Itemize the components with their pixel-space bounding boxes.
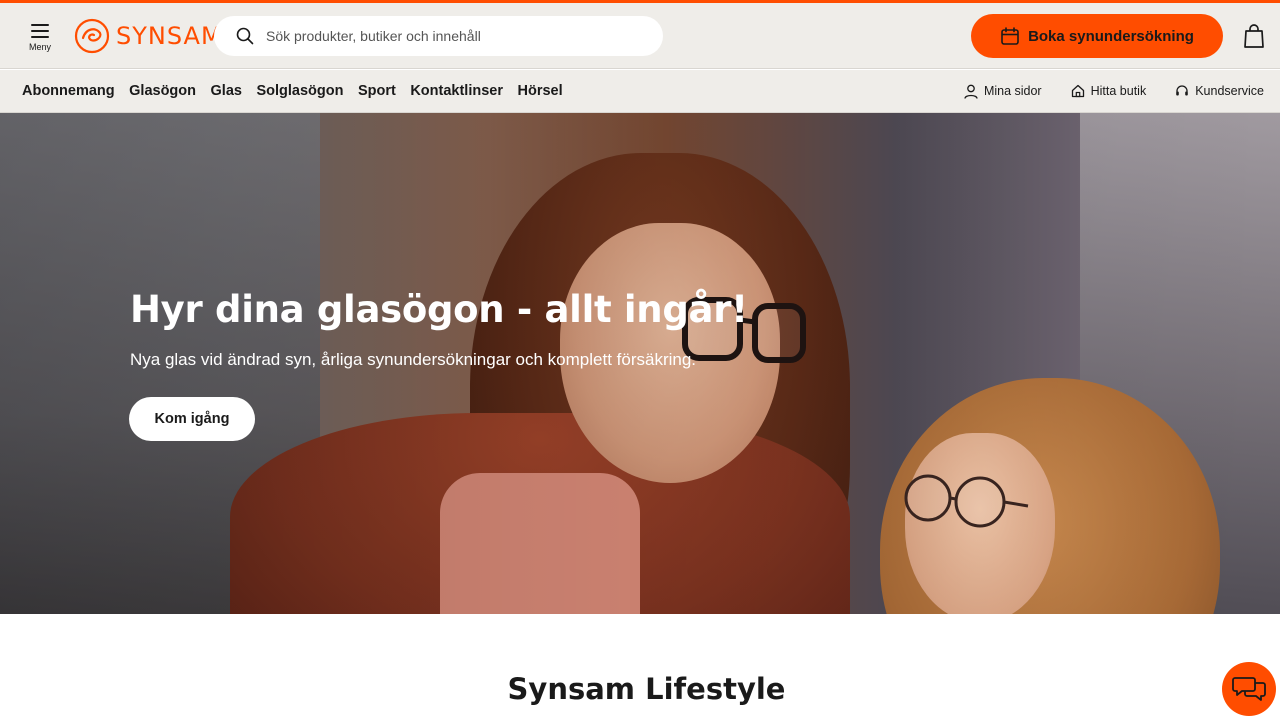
nav-item-glasogon[interactable]: Glasögon bbox=[129, 83, 196, 99]
user-icon bbox=[964, 84, 978, 99]
nav-item-kontaktlinser[interactable]: Kontaktlinser bbox=[410, 83, 503, 99]
logo-icon bbox=[74, 18, 110, 54]
search-icon bbox=[236, 27, 254, 45]
chat-button[interactable] bbox=[1222, 662, 1276, 716]
site-header: Meny SYNSAM Boka synundersökning bbox=[0, 3, 1280, 69]
kundservice-label: Kundservice bbox=[1195, 84, 1264, 98]
shopping-bag-icon bbox=[1244, 24, 1264, 48]
hero-title: Hyr dina glasögon - allt ingår! bbox=[130, 288, 748, 331]
store-icon bbox=[1071, 84, 1084, 98]
menu-button[interactable]: Meny bbox=[24, 21, 56, 55]
utility-nav: Mina sidor Hitta butik Kundservice bbox=[935, 70, 1264, 112]
search-bar[interactable] bbox=[214, 16, 663, 56]
menu-label: Meny bbox=[28, 42, 51, 52]
hero-banner: Hyr dina glasögon - allt ingår! Nya glas… bbox=[0, 113, 1280, 614]
nav-item-mina-sidor[interactable]: Mina sidor bbox=[964, 84, 1042, 99]
main-navigation: Abonnemang Glasögon Glas Solglasögon Spo… bbox=[0, 70, 1280, 113]
nav-item-kundservice[interactable]: Kundservice bbox=[1175, 84, 1264, 98]
category-nav: Abonnemang Glasögon Glas Solglasögon Spo… bbox=[22, 70, 577, 112]
chat-icon bbox=[1232, 677, 1266, 701]
nav-item-hitta-butik[interactable]: Hitta butik bbox=[1071, 84, 1147, 98]
section-title: Synsam Lifestyle bbox=[507, 672, 786, 706]
synsam-logo[interactable]: SYNSAM bbox=[74, 17, 223, 55]
mina-sidor-label: Mina sidor bbox=[983, 84, 1042, 98]
search-input[interactable] bbox=[266, 28, 626, 44]
nav-item-abonnemang[interactable]: Abonnemang bbox=[22, 83, 115, 99]
nav-item-horsel[interactable]: Hörsel bbox=[517, 83, 562, 99]
calendar-icon bbox=[1001, 27, 1019, 45]
shopping-bag-button[interactable] bbox=[1242, 23, 1268, 51]
hitta-butik-label: Hitta butik bbox=[1090, 84, 1147, 98]
get-started-button[interactable]: Kom igång bbox=[129, 397, 255, 441]
logo-wordmark: SYNSAM bbox=[116, 22, 223, 50]
menu-icon bbox=[31, 24, 49, 38]
nav-item-glas[interactable]: Glas bbox=[211, 83, 242, 99]
book-eye-exam-button[interactable]: Boka synundersökning bbox=[971, 14, 1223, 58]
hero-subtitle: Nya glas vid ändrad syn, årliga synunder… bbox=[130, 350, 697, 369]
nav-item-solglasogon[interactable]: Solglasögon bbox=[256, 83, 343, 99]
nav-item-sport[interactable]: Sport bbox=[358, 83, 396, 99]
headset-icon bbox=[1176, 85, 1189, 96]
book-eye-exam-label: Boka synundersökning bbox=[1028, 27, 1194, 45]
